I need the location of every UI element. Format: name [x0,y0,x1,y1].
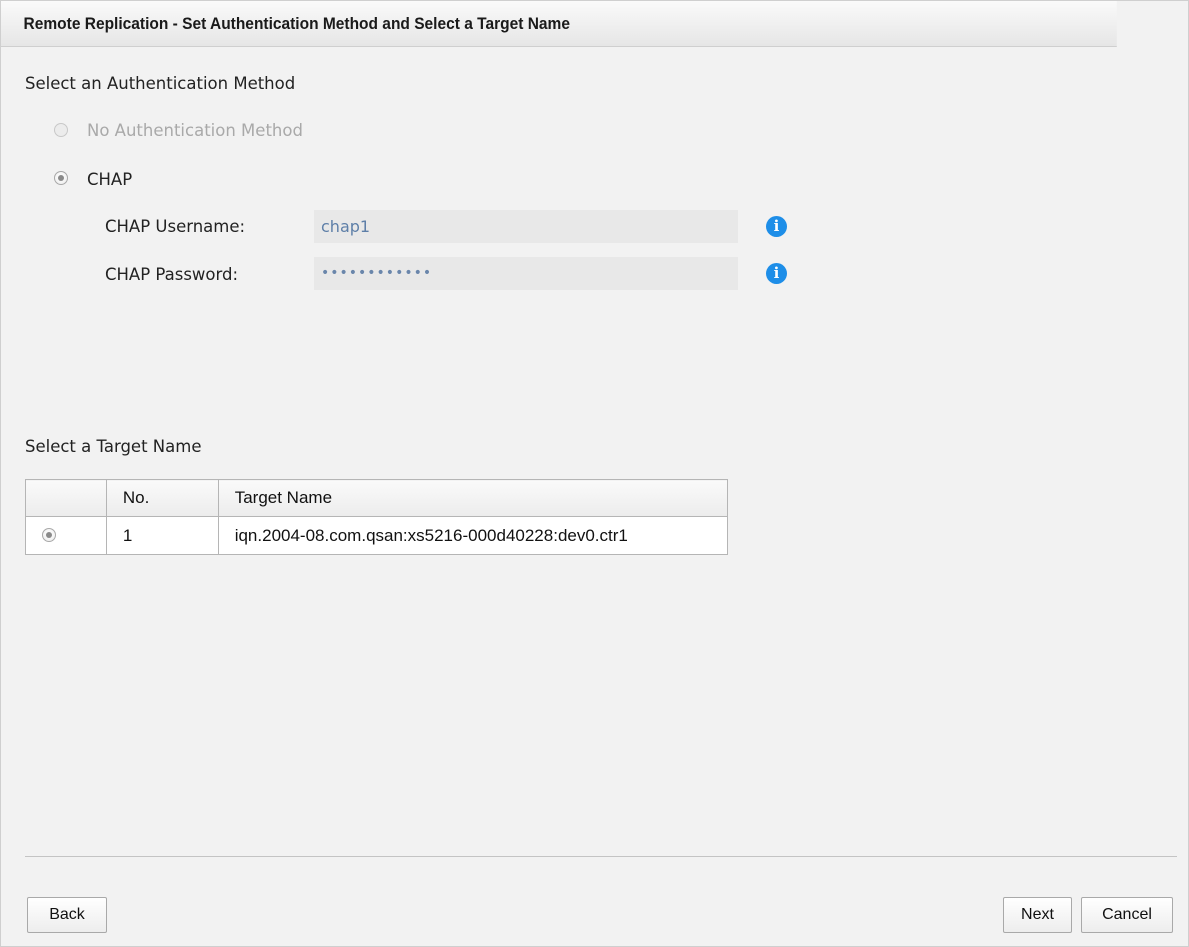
chap-username-field[interactable]: chap1 [314,210,738,243]
row-select-cell[interactable] [25,516,107,555]
table-header-row: No. Target Name [25,479,729,517]
cancel-button[interactable]: Cancel [1081,897,1173,933]
remote-replication-dialog: Remote Replication - Set Authentication … [0,0,1189,947]
column-header-target-name: Target Name [217,479,729,517]
info-icon[interactable]: i [766,216,787,237]
row-no-cell: 1 [105,516,219,555]
no-auth-radio[interactable] [54,123,68,137]
chap-password-field[interactable]: •••••••••••• [314,257,738,290]
footer-divider [25,856,1177,857]
next-button[interactable]: Next [1003,897,1072,933]
table-row[interactable]: 1 iqn.2004-08.com.qsan:xs5216-000d40228:… [25,516,729,555]
back-button[interactable]: Back [27,897,107,933]
row-target-name-cell: iqn.2004-08.com.qsan:xs5216-000d40228:de… [217,516,729,555]
column-header-select [25,479,107,517]
no-auth-label: No Authentication Method [87,121,303,140]
auth-method-heading: Select an Authentication Method [25,74,296,93]
target-name-heading: Select a Target Name [25,437,202,456]
chap-password-label: CHAP Password: [105,265,239,284]
dialog-title: Remote Replication - Set Authentication … [1,1,1117,47]
target-row-radio[interactable] [42,528,56,542]
column-header-no: No. [105,479,219,517]
target-table: No. Target Name 1 iqn.2004-08.com.qsan:x… [25,479,729,555]
chap-radio[interactable] [54,171,68,185]
chap-label: CHAP [87,170,133,189]
info-icon[interactable]: i [766,263,787,284]
chap-username-label: CHAP Username: [105,217,246,236]
